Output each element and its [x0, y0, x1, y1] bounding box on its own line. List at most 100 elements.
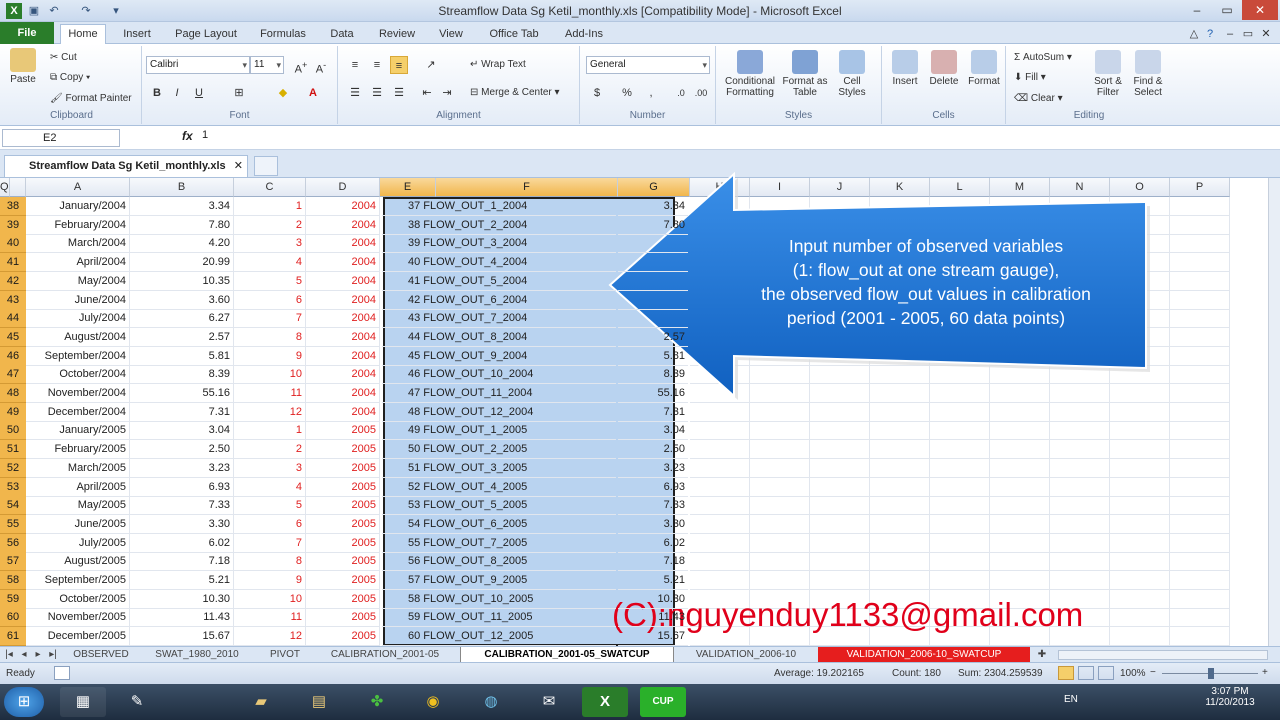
cell-year[interactable]: 2004: [306, 365, 380, 385]
cell-flow-out-label[interactable]: 51 FLOW_OUT_3_2005: [382, 459, 616, 478]
cell-observed-value[interactable]: 2.57: [618, 328, 688, 347]
workbook-minimize-icon[interactable]: –: [1222, 25, 1238, 43]
next-sheet-icon[interactable]: ▸: [32, 647, 44, 663]
cell-year[interactable]: 2005: [306, 608, 380, 628]
cell-flow[interactable]: 11.43: [130, 608, 234, 628]
row-header[interactable]: 53: [0, 477, 26, 497]
close-button[interactable]: ✕: [1242, 0, 1278, 20]
row-header[interactable]: 52: [0, 458, 26, 478]
empty-cell[interactable]: [1110, 458, 1170, 478]
row-header[interactable]: 38: [0, 197, 26, 216]
cell-month[interactable]: September/2004: [26, 346, 130, 366]
align-top-icon[interactable]: ≡: [346, 56, 364, 74]
cell-month[interactable]: December/2004: [26, 402, 130, 422]
empty-cell[interactable]: [870, 402, 930, 422]
empty-cell[interactable]: [930, 402, 990, 422]
fill-color-icon[interactable]: ◆: [274, 84, 292, 102]
cell-flow-out-label[interactable]: 37 FLOW_OUT_1_2004: [382, 197, 616, 216]
close-tab-icon[interactable]: ✕: [234, 156, 243, 176]
empty-cell[interactable]: [750, 514, 810, 534]
first-sheet-icon[interactable]: |◂: [2, 647, 16, 663]
cell-month[interactable]: July/2005: [26, 533, 130, 553]
cell-month-number[interactable]: 3: [234, 234, 306, 254]
empty-cell[interactable]: [930, 496, 990, 516]
empty-cell[interactable]: [1050, 571, 1110, 590]
cell-flow[interactable]: 15.67: [130, 627, 234, 646]
empty-cell[interactable]: [1170, 571, 1230, 590]
empty-cell[interactable]: [810, 552, 870, 572]
cell-flow[interactable]: 8.39: [130, 365, 234, 385]
cell-month-number[interactable]: 5: [234, 271, 306, 291]
empty-cell[interactable]: [990, 571, 1050, 590]
cell-observed-value[interactable]: 3.23: [618, 459, 688, 478]
cell-observed-value[interactable]: [618, 309, 688, 329]
row-header[interactable]: 42: [0, 271, 26, 291]
swatcup-taskbar-icon[interactable]: CUP: [640, 687, 686, 717]
cell-month[interactable]: April/2005: [26, 477, 130, 497]
row-header[interactable]: 45: [0, 327, 26, 347]
empty-cell[interactable]: [870, 496, 930, 516]
cell-month-number[interactable]: 5: [234, 496, 306, 516]
row-header[interactable]: 60: [0, 608, 26, 628]
empty-cell[interactable]: [690, 458, 750, 478]
empty-cell[interactable]: [750, 458, 810, 478]
cell-month[interactable]: October/2005: [26, 589, 130, 609]
cell-year[interactable]: 2005: [306, 533, 380, 553]
cell-flow[interactable]: 5.81: [130, 346, 234, 366]
column-header-e[interactable]: E: [380, 178, 436, 197]
align-middle-icon[interactable]: ≡: [368, 56, 386, 74]
cell-flow-out-label[interactable]: 48 FLOW_OUT_12_2004: [382, 403, 616, 422]
empty-cell[interactable]: [1110, 589, 1170, 609]
chrome-icon[interactable]: ◉: [410, 687, 456, 717]
cell-observed-value[interactable]: 2.50: [618, 440, 688, 460]
empty-cell[interactable]: [690, 496, 750, 516]
cell-flow[interactable]: 2.57: [130, 327, 234, 347]
cell-flow-out-label[interactable]: 52 FLOW_OUT_4_2005: [382, 478, 616, 497]
decrease-decimal-icon[interactable]: .00: [692, 84, 710, 102]
empty-cell[interactable]: [930, 571, 990, 590]
zoom-in-icon[interactable]: +: [1262, 667, 1268, 678]
row-header[interactable]: 56: [0, 533, 26, 553]
empty-cell[interactable]: [810, 402, 870, 422]
cell-flow-out-label[interactable]: 56 FLOW_OUT_8_2005: [382, 552, 616, 572]
new-tab-icon[interactable]: [254, 156, 278, 176]
increase-indent-icon[interactable]: ⇥: [438, 84, 456, 102]
cell-month-number[interactable]: 12: [234, 627, 306, 646]
empty-cell[interactable]: [870, 421, 930, 441]
sheet-tab-observed[interactable]: OBSERVED: [68, 647, 134, 663]
cell-year[interactable]: 2005: [306, 440, 380, 460]
clear-button[interactable]: ⌫ Clear ▾: [1014, 93, 1063, 104]
row-header[interactable]: 39: [0, 215, 26, 235]
paste-button[interactable]: Paste: [6, 48, 40, 85]
empty-cell[interactable]: [930, 458, 990, 478]
wrap-text-button[interactable]: ↵ Wrap Text: [470, 59, 526, 70]
cell-month-number[interactable]: 8: [234, 552, 306, 572]
align-center-icon[interactable]: ☰: [368, 84, 386, 102]
align-bottom-icon[interactable]: ≡: [390, 56, 408, 74]
cell-flow-out-label[interactable]: 43 FLOW_OUT_7_2004: [382, 309, 616, 329]
empty-cell[interactable]: [930, 533, 990, 553]
autosum-button[interactable]: Σ AutoSum ▾: [1014, 52, 1072, 63]
cell-flow[interactable]: 3.30: [130, 514, 234, 534]
cell-month[interactable]: June/2004: [26, 290, 130, 310]
empty-cell[interactable]: [1110, 440, 1170, 460]
cell-month-number[interactable]: 4: [234, 253, 306, 273]
empty-cell[interactable]: [1170, 552, 1230, 572]
tab-add-ins[interactable]: Add-Ins: [556, 25, 612, 43]
empty-cell[interactable]: [1170, 271, 1230, 291]
empty-cell[interactable]: [1170, 608, 1230, 628]
column-header-d[interactable]: D: [306, 178, 380, 197]
cell-flow[interactable]: 7.33: [130, 496, 234, 516]
empty-cell[interactable]: [1170, 589, 1230, 609]
cell-month-number[interactable]: 11: [234, 384, 306, 403]
delete-cells-button[interactable]: Delete: [924, 50, 964, 87]
cell-flow-out-label[interactable]: 39 FLOW_OUT_3_2004: [382, 234, 616, 254]
empty-cell[interactable]: [870, 514, 930, 534]
empty-cell[interactable]: [750, 571, 810, 590]
empty-cell[interactable]: [1050, 458, 1110, 478]
excel-taskbar-icon[interactable]: X: [582, 687, 628, 717]
empty-cell[interactable]: [690, 514, 750, 534]
cell-flow[interactable]: 6.02: [130, 533, 234, 553]
cell-flow-out-label[interactable]: 54 FLOW_OUT_6_2005: [382, 515, 616, 534]
zoom-out-icon[interactable]: −: [1150, 667, 1156, 678]
